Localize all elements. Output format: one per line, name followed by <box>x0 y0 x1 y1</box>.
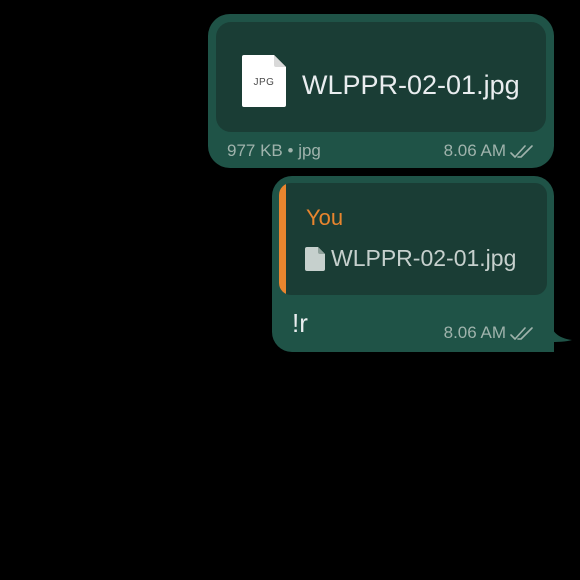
file-type: jpg <box>298 141 321 160</box>
document-meta: 977 KB • jpg <box>227 141 321 161</box>
meta-separator: • <box>287 141 294 160</box>
document-attachment-card[interactable]: JPG WLPPR-02-01.jpg <box>216 22 546 132</box>
file-size: 977 KB <box>227 141 283 160</box>
reply-message-bubble[interactable]: You WLPPR-02-01.jpg !r 8.06 AM <box>272 176 554 352</box>
message-timestamp: 8.06 AM <box>443 141 506 160</box>
double-check-read-icon <box>510 145 533 158</box>
quoted-author: You <box>306 205 344 230</box>
document-message-bubble[interactable]: JPG WLPPR-02-01.jpg 977 KB • jpg 8.06 AM <box>208 14 554 168</box>
double-check-read-icon <box>510 327 533 340</box>
quoted-file-name: WLPPR-02-01.jpg <box>331 245 517 271</box>
document-icon <box>305 247 325 271</box>
quote-accent-bar <box>279 183 286 295</box>
message-timestamp: 8.06 AM <box>443 323 506 342</box>
message-text: !r <box>292 308 308 338</box>
jpg-file-icon: JPG <box>242 55 286 107</box>
quoted-message[interactable]: You WLPPR-02-01.jpg <box>279 183 547 295</box>
file-type-label: JPG <box>253 77 275 88</box>
bubble-tail <box>550 322 572 342</box>
document-file-name: WLPPR-02-01.jpg <box>302 70 520 100</box>
